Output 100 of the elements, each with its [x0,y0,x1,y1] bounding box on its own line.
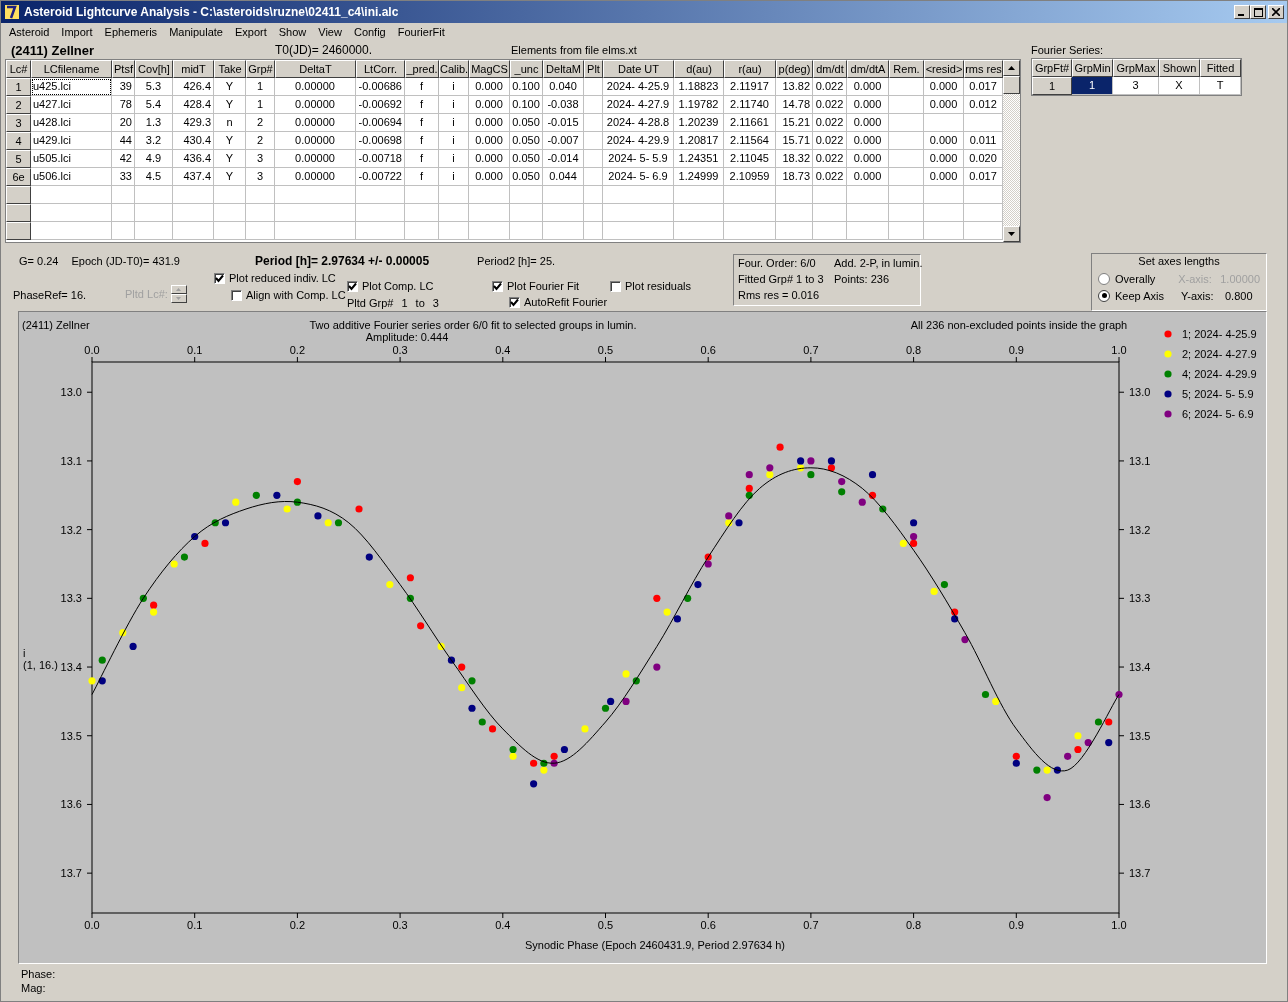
menu-item[interactable]: Asteroid [3,26,56,38]
menu-item[interactable]: Ephemeris [98,26,164,38]
y-axis-label: i [23,647,26,659]
column-header[interactable]: MagCS [469,60,510,78]
pltd-grp-text: Pltd Grp# [347,297,394,309]
table-cell: 5.3 [135,78,173,96]
column-header[interactable]: GrpMax [1113,59,1159,77]
column-header[interactable]: d(au) [674,60,724,78]
fit-info-text: Rms res = 0.016 [738,289,820,303]
table-cell: 0.000 [847,150,889,168]
autorefit-checkbox[interactable]: AutoRefit Fourier [509,295,610,309]
column-header[interactable]: Cov[h] [135,60,173,78]
row-header[interactable]: 5 [6,150,31,168]
column-header[interactable]: DeltaM [543,60,584,78]
table-cell: 13.82 [776,78,813,96]
menu-item[interactable]: View [312,26,348,38]
column-header[interactable]: GrpMin [1072,59,1113,77]
column-header[interactable]: r(au) [724,60,776,78]
table-cell: i [439,96,469,114]
table-cell: 0.00000 [275,150,356,168]
column-header[interactable]: _unc [510,60,543,78]
menu-item[interactable]: Export [228,26,273,38]
column-header[interactable]: dm/dt [813,60,847,78]
table-cell: 15.71 [776,132,813,150]
table-cell: f [405,78,439,96]
table-cell: 1.3 [135,114,173,132]
column-header[interactable]: _pred. [405,60,439,78]
table-cell: 3 [246,168,275,186]
column-header[interactable]: Ptsf [112,60,135,78]
axis-label: Y-axis: [1181,289,1215,302]
table-cell: 0.044 [543,168,584,186]
x-tick-label: 0.6 [700,344,716,356]
plot-object-name: (2411) Zellner [22,319,90,331]
table-cell: -0.00694 [356,114,405,132]
table-cell: 0.000 [924,96,964,114]
column-header[interactable]: Fitted [1200,59,1241,77]
column-header[interactable]: Take [214,60,246,78]
table-cell: 0.022 [813,150,847,168]
table-cell: Y [214,132,246,150]
table-cell: 426.4 [173,78,214,96]
column-header[interactable]: <resid> [924,60,964,78]
table-cell: Y [214,78,246,96]
row-header[interactable]: 2 [6,96,31,114]
table-cell: f [405,114,439,132]
table-cell: n [214,114,246,132]
table-cell: 2024- 4-25.9 [603,78,674,96]
column-header[interactable]: Shown [1159,59,1200,77]
menu-item[interactable]: Config [347,26,392,38]
table-cell: f [405,168,439,186]
table-cell: 0.050 [510,132,543,150]
menu-item[interactable]: FourierFit [391,26,451,38]
menu-item[interactable]: Manipulate [163,26,229,38]
pltd-grp-text: 3 [432,297,439,309]
table-cell: 1 [246,78,275,96]
table-cell[interactable]: 3 [1113,77,1159,95]
legend-label: 4; 2024- 4-29.9 [1182,368,1257,380]
column-header[interactable]: DeltaT [275,60,356,78]
row-header[interactable]: 1 [6,78,31,96]
fit-info-text: Add. 2-P, in lumin. [834,257,923,271]
table-cell: 437.4 [173,168,214,186]
t0-label: T0(JD)= 2460000. [275,43,374,57]
column-header[interactable]: Calib. [439,60,469,78]
radio-label[interactable]: Keep Axis [1115,289,1181,302]
table-cell: -0.00718 [356,150,405,168]
column-header[interactable]: Rem. [889,60,924,78]
x-tick-label: 0.4 [495,919,511,931]
column-header[interactable]: LCfilename [31,60,112,78]
table-cell: 1 [246,96,275,114]
table-cell: u505.lci [31,150,112,168]
table-cell[interactable]: T [1200,77,1241,95]
y-tick-label: 13.5 [60,729,82,742]
table-cell[interactable]: X [1159,77,1200,95]
column-header[interactable]: dm/dtA [847,60,889,78]
column-header[interactable]: p(deg) [776,60,813,78]
chart-title: Two additive Fourier series order 6/0 fit to selected groups in lumin. [309,319,637,331]
column-header[interactable]: LtCorr. [356,60,405,78]
row-header[interactable]: 4 [6,132,31,150]
column-header[interactable]: midT [173,60,214,78]
column-header[interactable]: Lc# [6,60,31,78]
column-header[interactable]: Plt [584,60,603,78]
menu-item[interactable]: Import [55,26,99,38]
plot-fourier-checkbox[interactable]: Plot Fourier Fit [492,279,610,293]
menu-item[interactable]: Show [272,26,313,38]
column-header[interactable]: GrpFt# [1032,59,1072,77]
row-header[interactable]: 1 [1032,77,1072,95]
table-cell: 2024- 5- 6.9 [603,168,674,186]
table-cell: u429.lci [31,132,112,150]
column-header[interactable]: Grp# [246,60,275,78]
table-cell: -0.007 [543,132,584,150]
table-cell: 0.022 [813,132,847,150]
table-cell[interactable]: 1 [1072,77,1113,95]
plot-residuals-checkbox[interactable]: Plot residuals [610,279,692,293]
table-cell: -0.014 [543,150,584,168]
column-header[interactable]: Date UT [603,60,674,78]
column-header[interactable]: rms res [964,60,1003,78]
row-header[interactable]: 6e [6,168,31,186]
amplitude-label: Amplitude: 0.444 [365,331,449,343]
status-label: Phase: [21,967,57,981]
x-tick-label: 0.9 [1008,919,1024,931]
row-header[interactable]: 3 [6,114,31,132]
